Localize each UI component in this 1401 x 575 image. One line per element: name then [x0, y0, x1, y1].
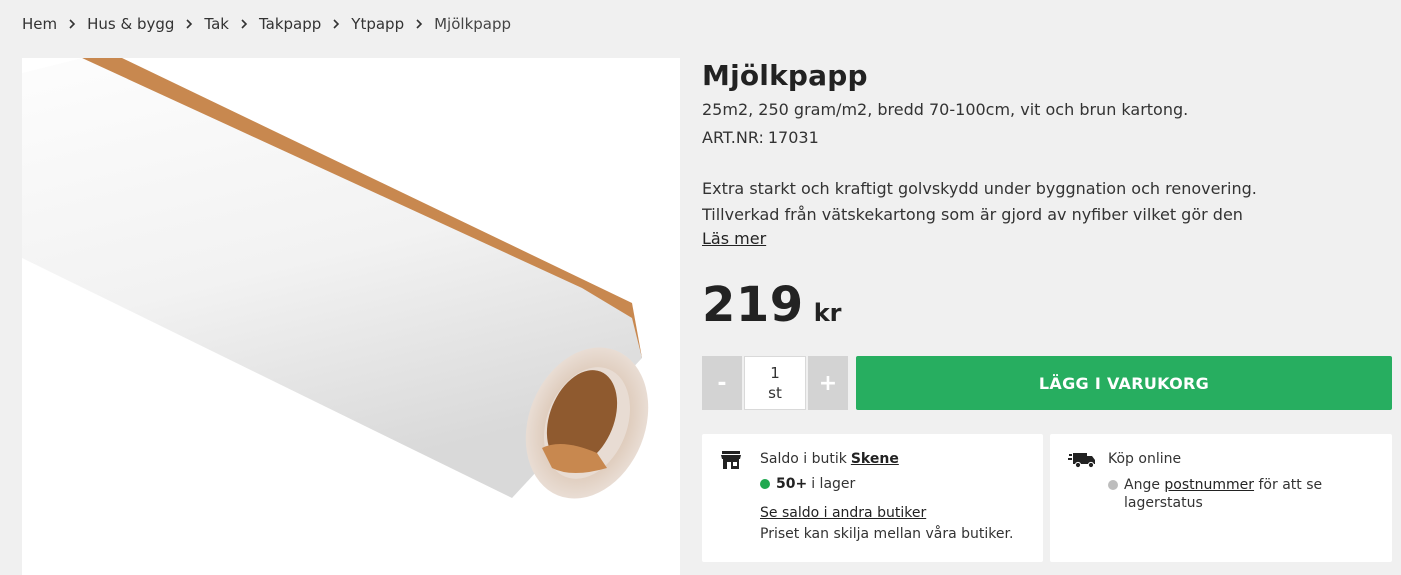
product-image[interactable]	[22, 58, 680, 575]
price-amount: 219	[702, 277, 804, 333]
in-stock-indicator	[760, 479, 770, 489]
chevron-right-icon	[235, 19, 253, 29]
breadcrumb-home[interactable]: Hem	[22, 15, 57, 33]
online-stock-info: Köp online Ange postnummer för att se la…	[1108, 451, 1324, 512]
chevron-right-icon	[327, 19, 345, 29]
breadcrumb-tak[interactable]: Tak	[204, 15, 229, 33]
breadcrumb-hus-bygg[interactable]: Hus & bygg	[87, 15, 174, 33]
article-number-label: ART.NR:	[702, 128, 764, 147]
product-subtitle: 25m2, 250 gram/m2, bredd 70-100cm, vit o…	[702, 100, 1189, 119]
price: 219 kr	[702, 277, 842, 333]
quantity-input[interactable]: 1 st	[744, 356, 806, 410]
store-stock-card: Saldo i butik Skene 50+ i lager Se saldo…	[702, 434, 1043, 562]
quantity-stepper: - 1 st +	[702, 356, 848, 410]
online-label: Köp online	[1108, 451, 1182, 467]
quantity-value: 1	[770, 364, 780, 382]
breadcrumb: Hem Hus & bygg Tak Takpapp Ytpapp Mjölkp…	[22, 15, 511, 33]
article-number: ART.NR: 17031	[702, 128, 1392, 147]
online-stock-text: Ange postnummer för att se lagerstatus	[1124, 476, 1324, 512]
breadcrumb-takpapp[interactable]: Takpapp	[259, 15, 321, 33]
unknown-stock-indicator	[1108, 480, 1118, 490]
article-number-value: 17031	[767, 128, 819, 147]
quantity-unit: st	[768, 384, 782, 402]
add-to-cart-button[interactable]: LÄGG I VARUKORG	[856, 356, 1392, 410]
postal-code-link[interactable]: postnummer	[1164, 477, 1254, 493]
product-title: Mjölkpapp	[702, 59, 868, 92]
price-currency: kr	[813, 299, 842, 327]
stock-count: 50+	[776, 476, 808, 492]
chevron-right-icon	[180, 19, 198, 29]
breadcrumb-ytpapp[interactable]: Ytpapp	[351, 15, 404, 33]
truck-icon	[1068, 450, 1096, 470]
price-note: Priset kan skilja mellan våra butiker.	[760, 526, 1014, 542]
store-name-link[interactable]: Skene	[851, 451, 899, 467]
read-more-link[interactable]: Läs mer	[702, 229, 766, 248]
online-stock-card: Köp online Ange postnummer för att se la…	[1050, 434, 1392, 562]
chevron-right-icon	[410, 19, 428, 29]
breadcrumb-current: Mjölkpapp	[434, 15, 512, 33]
stock-text: i lager	[811, 476, 856, 492]
increase-quantity-button[interactable]: +	[808, 356, 848, 410]
store-stock-label: Saldo i butik	[760, 451, 847, 467]
chevron-right-icon	[63, 19, 81, 29]
store-icon	[720, 450, 742, 470]
decrease-quantity-button[interactable]: -	[702, 356, 742, 410]
store-stock-info: Saldo i butik Skene 50+ i lager Se saldo…	[760, 451, 1013, 542]
online-prefix: Ange	[1124, 477, 1160, 493]
other-stores-link[interactable]: Se saldo i andra butiker	[760, 505, 926, 521]
product-info: Mjölkpapp 25m2, 250 gram/m2, bredd 70-10…	[702, 58, 1392, 248]
product-description: Extra starkt och kraftigt golvskydd unde…	[702, 179, 1257, 224]
